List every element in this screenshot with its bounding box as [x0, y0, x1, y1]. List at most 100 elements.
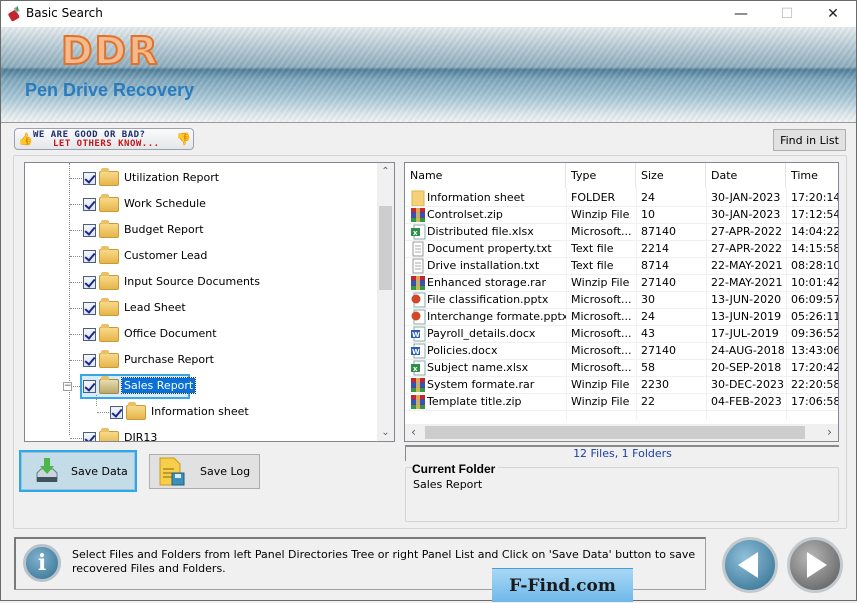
tree-vertical-scrollbar[interactable]: ⌃ ⌄	[377, 163, 394, 441]
save-log-button[interactable]: Save Log	[149, 454, 260, 489]
cell-name: Information sheet	[427, 191, 525, 204]
scroll-up-icon[interactable]: ⌃	[377, 163, 394, 180]
tree-connector-line	[70, 282, 84, 283]
tree-item[interactable]: − Sales Report	[25, 374, 377, 399]
cell-size: 43	[641, 327, 655, 340]
tree-item-checkbox[interactable]	[83, 432, 96, 441]
cell-time: 14:04:22	[791, 225, 839, 238]
cell-size: 27140	[641, 276, 676, 289]
scroll-thumb[interactable]	[379, 206, 392, 290]
cell-type: Text file	[571, 242, 614, 255]
cell-date: 13-JUN-2019	[711, 310, 782, 323]
next-button[interactable]	[787, 537, 843, 593]
tree-item[interactable]: Work Schedule	[25, 193, 377, 215]
cell-time: 14:15:58	[791, 242, 839, 255]
cell-size: 27140	[641, 344, 676, 357]
file-row[interactable]: x Distributed file.xlsx Microsoft... 87140 2…	[405, 223, 838, 240]
file-row[interactable]: Enhanced storage.rar Winzip File 27140 22-M…	[405, 274, 838, 291]
tree-item-checkbox[interactable]	[83, 380, 96, 393]
list-horizontal-scrollbar[interactable]: ‹ ›	[405, 424, 838, 441]
tree-item[interactable]: Lead Sheet	[25, 297, 377, 319]
cell-type: Microsoft...	[571, 327, 632, 340]
tree-connector-line	[70, 386, 84, 387]
cell-name: Payroll_details.docx	[427, 327, 536, 340]
save-data-label: Save Data	[71, 465, 128, 478]
tree-connector-line	[70, 360, 84, 361]
tree-connector-line	[96, 395, 97, 406]
column-header-time[interactable]: Time	[786, 163, 838, 188]
directory-tree[interactable]: Utilization Report Work Schedule Budget Re…	[24, 162, 395, 442]
file-row[interactable]: W Payroll_details.docx Microsoft... 43 17-JU…	[405, 325, 838, 342]
save-log-label: Save Log	[200, 465, 251, 478]
cell-size: 58	[641, 361, 655, 374]
file-row[interactable]: Controlset.zip Winzip File 10 30-JAN-2023 17…	[405, 206, 838, 223]
tree-item[interactable]: Budget Report	[25, 219, 377, 241]
scroll-down-icon[interactable]: ⌄	[377, 424, 394, 441]
file-row[interactable]: Information sheet FOLDER 24 30-JAN-2023 17:2…	[405, 189, 838, 206]
feedback-badge[interactable]: 👍 WE ARE GOOD OR BAD? LET OTHERS KNOW...…	[14, 128, 194, 150]
tree-item-checkbox[interactable]	[83, 276, 96, 289]
tree-item[interactable]: DIR13	[25, 427, 377, 441]
cell-type: Winzip File	[571, 276, 630, 289]
tree-item-checkbox[interactable]	[83, 198, 96, 211]
scroll-thumb[interactable]	[425, 426, 805, 439]
scroll-left-icon[interactable]: ‹	[405, 424, 422, 441]
collapse-icon[interactable]: −	[63, 382, 72, 391]
column-header-name[interactable]: Name	[405, 163, 566, 188]
cell-name: Policies.docx	[427, 344, 498, 357]
tree-item-checkbox[interactable]	[83, 328, 96, 341]
file-row[interactable]: Drive installation.txt Text file 8714 22-MA…	[405, 257, 838, 274]
close-button[interactable]: ✕	[810, 1, 856, 27]
find-in-list-button[interactable]: Find in List	[773, 129, 846, 151]
scroll-right-icon[interactable]: ›	[821, 424, 838, 441]
cell-date: 30-DEC-2023	[711, 378, 785, 391]
tree-item-checkbox[interactable]	[110, 406, 123, 419]
file-row[interactable]: System formate.rar Winzip File 2230 30-DEC-…	[405, 376, 838, 393]
tree-item-label: Utilization Report	[124, 171, 220, 184]
maximize-button[interactable]: ☐	[764, 1, 810, 27]
tree-item[interactable]: Customer Lead	[25, 245, 377, 267]
tree-item-checkbox[interactable]	[83, 250, 96, 263]
file-row[interactable]: Template title.zip Winzip File 22 04-FEB-20…	[405, 393, 838, 410]
tree-connector-line	[70, 256, 84, 257]
cell-date: 27-APR-2022	[711, 225, 783, 238]
save-data-button[interactable]: Save Data	[19, 450, 137, 492]
folder-icon	[99, 220, 119, 238]
tree-connector-line	[70, 438, 84, 439]
cell-name: Controlset.zip	[427, 208, 503, 221]
cell-name: Enhanced storage.rar	[427, 276, 546, 289]
column-header-date[interactable]: Date	[706, 163, 786, 188]
cell-size: 24	[641, 310, 655, 323]
current-folder-label: Current Folder	[412, 462, 499, 476]
cell-date: 04-FEB-2023	[711, 395, 782, 408]
tree-item[interactable]: Purchase Report	[25, 349, 377, 371]
file-row[interactable]: x Subject name.xlsx Microsoft... 58 20-SEP-2…	[405, 359, 838, 376]
tree-item-checkbox[interactable]	[83, 302, 96, 315]
folder-icon	[99, 376, 119, 394]
cell-name: Distributed file.xlsx	[427, 225, 534, 238]
tree-item[interactable]: Input Source Documents	[25, 271, 377, 293]
tree-item[interactable]: Utilization Report	[25, 167, 377, 189]
column-header-type[interactable]: Type	[566, 163, 636, 188]
column-header-size[interactable]: Size	[636, 163, 706, 188]
file-row[interactable]: Interchange formate.pptx Microsoft... 24 13…	[405, 308, 838, 325]
back-button[interactable]	[722, 537, 778, 593]
tree-item-checkbox[interactable]	[83, 172, 96, 185]
window-title: Basic Search	[26, 6, 103, 20]
file-row[interactable]: File classification.pptx Microsoft... 30 13…	[405, 291, 838, 308]
file-row[interactable]: W Policies.docx Microsoft... 27140 24-AUG-20…	[405, 342, 838, 359]
tree-item[interactable]: Office Document	[25, 323, 377, 345]
tree-item-checkbox[interactable]	[83, 224, 96, 237]
tree-connector-line	[70, 178, 84, 179]
cell-size: 22	[641, 395, 655, 408]
minimize-button[interactable]: —	[718, 1, 764, 27]
folder-icon	[99, 194, 119, 212]
cell-size: 30	[641, 293, 655, 306]
tree-item[interactable]: Information sheet	[25, 401, 377, 423]
file-row[interactable]: Document property.txt Text file 2214 27-APR…	[405, 240, 838, 257]
current-folder-group: Current Folder Sales Report	[405, 462, 839, 522]
tree-item-checkbox[interactable]	[83, 354, 96, 367]
cell-name: Document property.txt	[427, 242, 552, 255]
cell-time: 17:12:54	[791, 208, 839, 221]
file-list[interactable]: Name Type Size Date Time Information she…	[404, 162, 839, 442]
